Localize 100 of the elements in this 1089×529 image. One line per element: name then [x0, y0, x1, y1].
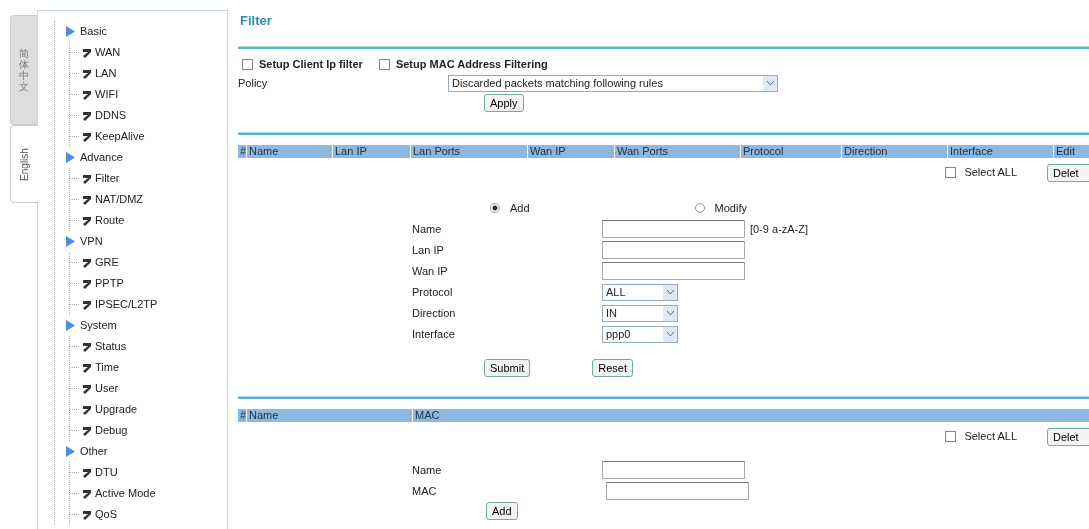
input-field[interactable]: [602, 220, 745, 238]
column-header: Lan Ports: [411, 144, 527, 158]
pin-icon: [82, 194, 92, 205]
chevron-icon: [666, 331, 674, 337]
pin-icon: [82, 509, 92, 520]
field-label: Name: [412, 462, 443, 478]
pin-icon: [82, 89, 92, 100]
menu-item[interactable]: Time: [95, 359, 120, 376]
checkbox[interactable]: [945, 431, 957, 442]
pin-icon: [82, 341, 92, 352]
pin-icon: [82, 299, 92, 310]
input-field[interactable]: [602, 262, 745, 280]
menu-item[interactable]: User: [95, 380, 119, 397]
menu-group[interactable]: VPN: [80, 233, 103, 250]
chevron-icon: [766, 80, 774, 86]
checkbox[interactable]: [378, 58, 390, 70]
dropdown[interactable]: ppp0: [602, 325, 678, 343]
column-header: Interface: [948, 144, 1053, 158]
column-header: #: [238, 144, 246, 158]
triangle-icon: [65, 320, 75, 331]
input-field[interactable]: [606, 482, 749, 500]
triangle-icon: [65, 236, 75, 247]
pin-icon: [82, 68, 92, 79]
checkbox-label: Select ALL: [964, 165, 1017, 181]
menu-group[interactable]: System: [80, 317, 117, 334]
language-tab[interactable]: English: [10, 125, 38, 203]
pin-icon: [82, 467, 92, 478]
field-label: Direction: [412, 305, 457, 321]
menu-group[interactable]: Advance: [80, 149, 123, 166]
pin-icon: [82, 425, 92, 436]
menu-item[interactable]: LAN: [95, 65, 117, 82]
delete-button[interactable]: Delet: [1047, 427, 1089, 446]
radio-button[interactable]: [490, 203, 500, 213]
language-tab[interactable]: 简体中文: [10, 15, 37, 125]
reset-button[interactable]: Reset: [592, 358, 633, 377]
column-header: Name: [247, 144, 332, 158]
menu-item[interactable]: GRE: [95, 254, 119, 271]
field-label: Protocol: [412, 284, 454, 300]
chevron-icon: [666, 289, 674, 295]
dropdown[interactable]: IN: [602, 304, 678, 322]
submit-button[interactable]: Submit: [484, 358, 531, 377]
field-label: Wan IP: [412, 263, 449, 279]
column-header: #: [238, 408, 246, 422]
menu-item[interactable]: PPTP: [95, 275, 124, 292]
apply-button[interactable]: Apply: [484, 93, 524, 112]
menu-item[interactable]: Upgrade: [95, 401, 138, 418]
menu-group[interactable]: Other: [80, 443, 108, 460]
input-field[interactable]: [602, 461, 745, 479]
input-field[interactable]: [602, 241, 745, 259]
menu-item[interactable]: Route: [95, 212, 125, 229]
menu-item[interactable]: Status: [95, 338, 127, 355]
column-header: Name: [247, 408, 412, 422]
menu-item[interactable]: QoS: [95, 506, 117, 523]
menu-item[interactable]: DDNS: [95, 107, 127, 124]
menu-item[interactable]: DTU: [95, 464, 118, 481]
triangle-icon: [65, 26, 75, 37]
pin-icon: [82, 362, 92, 373]
field-label: Lan IP: [412, 242, 445, 258]
field-label: Name: [412, 221, 443, 237]
menu-item[interactable]: IPSEC/L2TP: [95, 296, 158, 313]
pin-icon: [82, 110, 92, 121]
checkbox[interactable]: [242, 58, 253, 70]
column-header: Edit: [1054, 144, 1089, 158]
column-header: MAC: [413, 408, 1089, 422]
pin-icon: [82, 488, 92, 499]
checkbox[interactable]: [945, 167, 957, 178]
menu-item[interactable]: KeepAlive: [95, 128, 145, 145]
menu-item[interactable]: WIFI: [95, 86, 119, 103]
dropdown[interactable]: ALL: [602, 283, 678, 301]
pin-icon: [82, 278, 92, 289]
menu-item[interactable]: WAN: [95, 44, 121, 61]
menu-item[interactable]: Debug: [95, 422, 128, 439]
checkbox-label: Setup Client Ip filter: [259, 57, 363, 72]
checkbox-label: Select ALL: [964, 429, 1017, 445]
chevron-icon: [666, 310, 674, 316]
menu-item[interactable]: Active Mode: [95, 485, 156, 502]
field-label: Interface: [412, 326, 456, 342]
triangle-icon: [65, 152, 75, 163]
radio-button[interactable]: [694, 203, 705, 213]
menu-item[interactable]: Filter: [95, 170, 120, 187]
field-label: MAC: [412, 483, 438, 499]
checkbox-label: Setup MAC Address Filtering: [395, 57, 548, 72]
pin-icon: [82, 215, 92, 226]
column-header: Lan IP: [333, 144, 410, 158]
column-header: Protocol: [741, 144, 841, 158]
pin-icon: [82, 404, 92, 415]
delete-button[interactable]: Delet: [1047, 163, 1089, 182]
triangle-icon: [65, 446, 75, 457]
pin-icon: [82, 47, 92, 58]
column-header: Wan IP: [528, 144, 614, 158]
pin-icon: [82, 173, 92, 184]
menu-item[interactable]: NAT/DMZ: [95, 191, 144, 208]
radio-label: Modify: [714, 200, 747, 216]
menu-group[interactable]: Basic: [80, 23, 107, 40]
add-button[interactable]: Add: [486, 501, 518, 520]
pin-icon: [82, 383, 92, 394]
column-header: Direction: [842, 144, 947, 158]
field-label: Policy: [238, 75, 269, 91]
policy-select[interactable]: Discarded packets matching following rules: [448, 74, 778, 92]
page-title: Filter: [240, 12, 273, 29]
